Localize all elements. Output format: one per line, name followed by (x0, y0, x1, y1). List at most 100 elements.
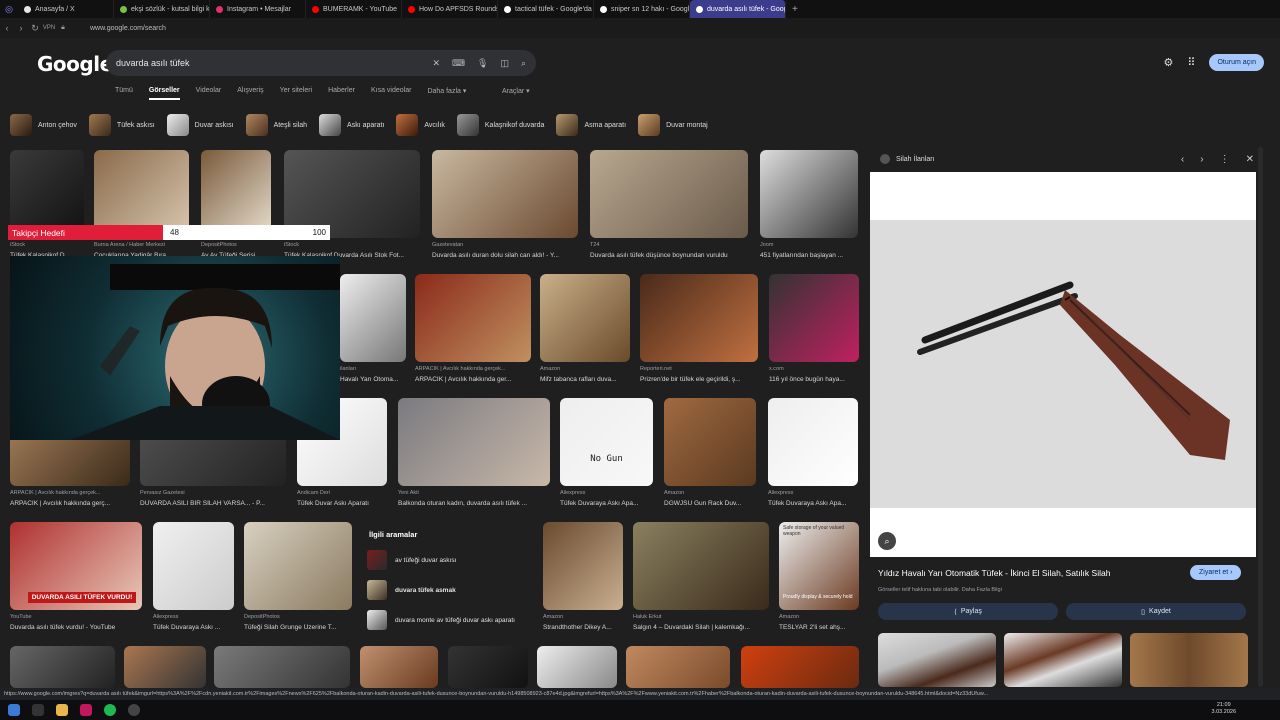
result-source[interactable]: DepositPhotos (201, 242, 271, 248)
result-source[interactable]: Aliexpress (153, 614, 234, 620)
result-caption[interactable]: Duvarda asılı duran dolu silah can aldı!… (432, 252, 586, 259)
image-result[interactable]: Reporteri.net Prizren'de bir tüfek ele ge… (640, 274, 758, 388)
google-logo[interactable]: Google (37, 52, 113, 76)
result-thumbnail[interactable] (633, 522, 769, 610)
result-caption[interactable]: Tüfek Duvaraya Askı Apa... (560, 500, 661, 507)
result-caption[interactable]: Havalı Yarı Otoma... (340, 376, 414, 383)
browser-tab[interactable]: ekşi sözlük - kutsal bilgi k (114, 0, 210, 18)
image-result[interactable]: Amazon DGWJSU Gun Rack Duv... (664, 398, 756, 512)
settings-gear-icon[interactable]: ⚙︎ (1164, 56, 1174, 69)
result-source[interactable]: Reporteri.net (640, 366, 758, 372)
sign-in-button[interactable]: Oturum açın (1209, 54, 1264, 71)
result-caption[interactable]: Tüfeği Silah Grunge Üzerine T... (244, 624, 360, 631)
result-source[interactable]: Amazon (779, 614, 859, 620)
result-caption[interactable]: Prizren'de bir tüfek ele geçirildi, ş... (640, 376, 766, 383)
result-thumbnail[interactable] (124, 646, 206, 688)
result-thumbnail[interactable] (10, 646, 115, 688)
more-options-icon[interactable]: ⋮ (1220, 154, 1230, 165)
result-source[interactable]: ARPACIK | Avcılık hakkında gerçek... (10, 490, 130, 496)
result-thumbnail[interactable] (537, 646, 617, 688)
result-thumbnail[interactable] (398, 398, 550, 486)
tab-2[interactable]: Videolar (196, 87, 222, 100)
result-thumbnail[interactable] (540, 274, 630, 362)
chip[interactable]: Kalaşnikof duvarda (456, 114, 551, 136)
browser-menu-icon[interactable]: ◎ (0, 4, 18, 15)
tab-6[interactable]: Kısa videolar (371, 87, 411, 100)
image-result[interactable]: T24 Duvarda asılı tüfek düşünce boynundan… (590, 150, 748, 264)
result-thumbnail[interactable] (543, 522, 623, 610)
clear-icon[interactable]: ✕ (432, 58, 440, 69)
lens-search-icon[interactable]: ⌕ (878, 532, 896, 550)
apps-grid-icon[interactable]: ⠿ (1187, 56, 1195, 69)
result-caption[interactable]: DUVARDA ASILI BİR SİLAH VARSA... - P... (140, 500, 294, 507)
result-source[interactable]: x.com (769, 366, 859, 372)
image-result[interactable]: Aliexpress Tüfek Duvaraya Askı ... (153, 522, 234, 636)
result-caption[interactable]: ARPACIK | Avcılık hakkında gerç... (10, 500, 138, 507)
image-result[interactable]: DepositPhotos Tüfeği Silah Grunge Üzerine… (244, 522, 352, 636)
image-result[interactable]: iStockTüfek Kalaşnikof D... (10, 150, 84, 264)
url-field[interactable]: www.google.com/search (90, 25, 166, 32)
tab-5[interactable]: Haberler (328, 87, 355, 100)
result-caption[interactable]: ARPACIK | Avcılık hakkında ger... (415, 376, 539, 383)
result-caption[interactable]: Duvarda asılı tüfek vurdu! - YouTube (10, 624, 150, 631)
result-thumbnail[interactable] (560, 398, 653, 486)
result-source[interactable]: Gazetevatan (432, 242, 578, 248)
app-icon[interactable] (80, 704, 92, 716)
back-icon[interactable]: ‹ (0, 23, 14, 33)
search-query[interactable]: duvarda asılı tüfek (116, 58, 190, 68)
result-source[interactable]: Aliexpress (768, 490, 858, 496)
result-source[interactable]: Amazon (664, 490, 756, 496)
result-caption[interactable]: Strandthother Dikey A... (543, 624, 631, 631)
result-source[interactable]: iStock (10, 242, 84, 248)
chip[interactable]: Avcılık (396, 114, 451, 136)
reload-icon[interactable]: ↻ (28, 23, 42, 34)
image-result[interactable]: DepositPhotosAv Av Tüfeği Serisi... (201, 150, 271, 264)
new-tab-button[interactable]: + (792, 4, 798, 15)
result-thumbnail[interactable] (664, 398, 756, 486)
result-thumbnail[interactable] (448, 646, 528, 688)
browser-tab[interactable]: sniper sn 12 hakı - Google (594, 0, 690, 18)
result-thumbnail[interactable] (214, 646, 350, 688)
result-source[interactable]: ilanları (340, 366, 406, 372)
result-source[interactable]: Burna Arena / Haber Merkezi (94, 242, 189, 248)
panel-title[interactable]: Yıldız Havalı Yarı Otomatik Tüfek - İkin… (878, 568, 1110, 578)
chip[interactable]: Ateşli silah (245, 114, 313, 136)
related-item[interactable]: duvara tüfek asmak (367, 580, 456, 600)
vpn-badge[interactable]: VPN (42, 25, 56, 31)
result-caption[interactable]: Balkonda oturan kadın, duvarda asılı tüf… (398, 500, 558, 507)
tools-button[interactable]: Araçlar ▾ (502, 87, 530, 95)
chip[interactable]: Duvar montaj (638, 114, 714, 136)
result-thumbnail[interactable] (769, 274, 859, 362)
result-source[interactable]: Joom (760, 242, 858, 248)
browser-tab[interactable]: How Do APFSDS Rounds (402, 0, 498, 18)
result-caption[interactable]: 116 yıl önce bugün haya... (769, 376, 867, 383)
result-source[interactable]: ARPACIK | Avcılık hakkında gerçek... (415, 366, 531, 372)
image-result[interactable]: Burna Arena / Haber MerkeziÇocuklarına Y… (94, 150, 189, 264)
visit-button[interactable]: Ziyaret et › (1190, 565, 1242, 580)
keyboard-icon[interactable]: ⌨︎ (452, 58, 465, 69)
image-result[interactable]: YouTube Duvarda asılı tüfek vurdu! - YouT… (10, 522, 142, 636)
result-source[interactable]: Amazon (540, 366, 630, 372)
result-source[interactable]: YouTube (10, 614, 142, 620)
chip[interactable]: Tüfek askısı (88, 114, 161, 136)
result-caption[interactable]: Tüfek Duvaraya Askı Apa... (768, 500, 866, 507)
result-caption[interactable]: Duvarda asılı tüfek düşünce boynundan vu… (590, 252, 756, 259)
result-caption[interactable]: Salgın 4 – Duvardaki Silah | kalemkağı..… (633, 624, 777, 631)
chip[interactable]: Anton çehov (10, 114, 83, 136)
image-result[interactable]: Aliexpress Tüfek Duvaraya Askı Apa... No G… (560, 398, 653, 512)
result-thumbnail[interactable] (590, 150, 748, 238)
result-caption[interactable]: Mifz tabanca rafları duva... (540, 376, 638, 383)
browser-tab[interactable]: Instagram • Mesajlar (210, 0, 306, 18)
result-thumbnail[interactable] (640, 274, 758, 362)
browser-tab[interactable]: duvarda asılı tüfek - Goog (690, 0, 786, 18)
save-button[interactable]: ▯ Kaydet (1066, 603, 1246, 620)
tab-4[interactable]: Yer siteleri (280, 87, 312, 100)
result-source[interactable]: Amazon (543, 614, 623, 620)
panel-scrollbar[interactable] (1258, 147, 1263, 687)
desktop-icon[interactable] (32, 704, 44, 716)
result-thumbnail[interactable] (760, 150, 858, 238)
image-result[interactable]: Aliexpress Tüfek Duvaraya Askı Apa... (768, 398, 858, 512)
tab-7[interactable]: Daha fazla ▾ (427, 87, 466, 100)
related-thumbnail[interactable] (1130, 633, 1248, 687)
image-result[interactable]: ilanları Havalı Yarı Otoma... (340, 274, 406, 388)
